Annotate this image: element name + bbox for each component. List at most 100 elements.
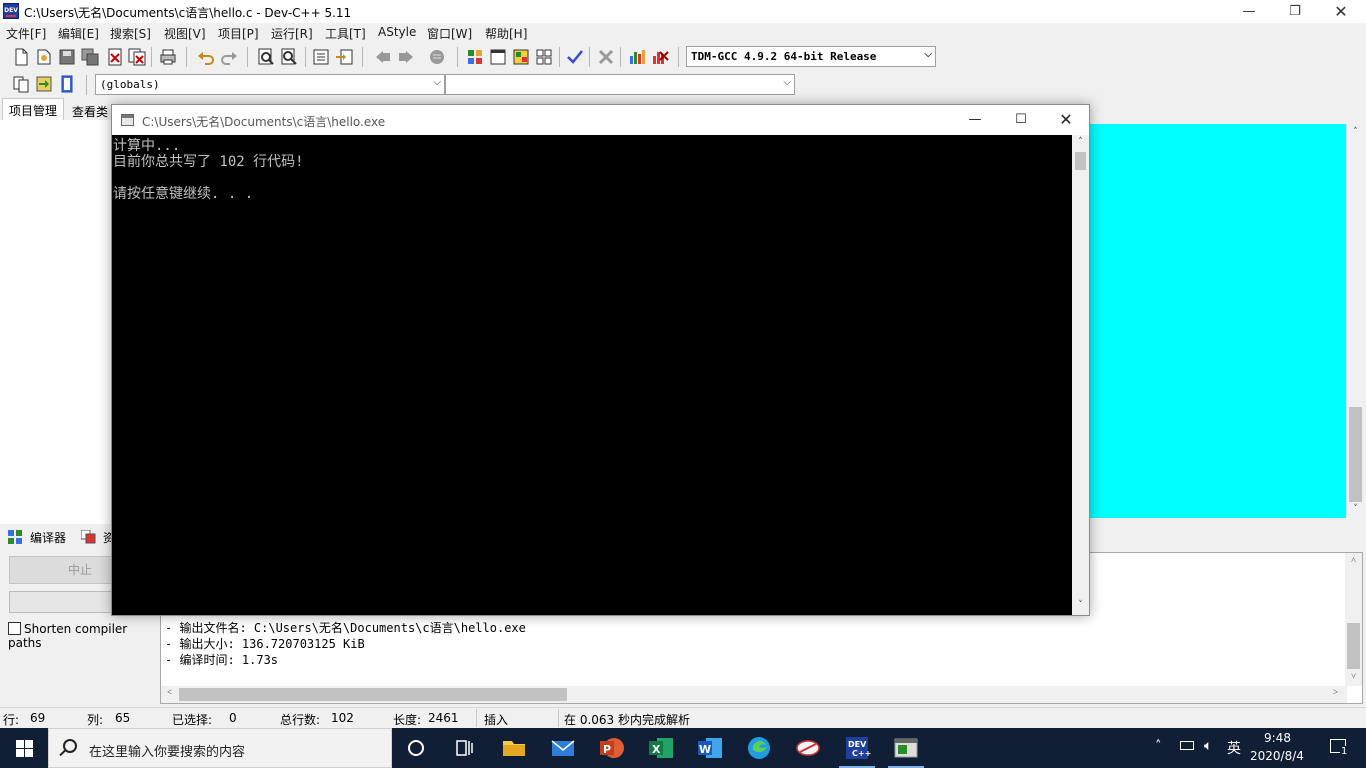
editor-vertical-scrollbar[interactable]: ˄ ˅ (1346, 124, 1363, 518)
menu-help[interactable]: 帮助[H] (485, 25, 527, 42)
windows-logo-icon (25, 740, 33, 748)
toolbar-separator (362, 47, 363, 67)
log-vertical-scrollbar[interactable]: ˄ ˅ (1345, 553, 1362, 686)
prev-icon[interactable] (374, 48, 392, 66)
scroll-up-icon[interactable]: ˄ (1072, 137, 1089, 147)
console-scrollbar[interactable]: ˄ ˅ (1072, 135, 1089, 615)
project-tree-panel[interactable] (0, 120, 112, 524)
scroll-right-icon[interactable]: ˃ (1327, 687, 1344, 698)
log-horizontal-scrollbar[interactable]: ˂ ˃ (161, 686, 1347, 703)
volume-icon[interactable]: 🔈︎ (1204, 738, 1212, 754)
close-all-icon[interactable] (128, 48, 146, 66)
compiler-select[interactable]: TDM-GCC 4.9.2 64-bit Release ⌵ (686, 46, 936, 67)
scope-select[interactable]: (globals) ⌵ (95, 74, 445, 95)
scroll-down-icon[interactable]: ˅ (1347, 504, 1364, 514)
undo-icon[interactable] (197, 48, 215, 66)
save-all-icon[interactable] (81, 48, 99, 66)
next-icon[interactable] (397, 48, 415, 66)
devcpp-taskbar-icon[interactable]: DEV C++ (839, 734, 875, 768)
taskbar-search[interactable]: 在这里输入你要搜索的内容 (48, 728, 392, 768)
menu-search[interactable]: 搜索[S] (110, 25, 151, 42)
tab-classes[interactable]: 查看类 (66, 100, 114, 122)
open-file-icon[interactable] (35, 48, 53, 66)
tab-compiler[interactable]: 编译器 (30, 529, 66, 546)
toolbar-separator (186, 47, 187, 67)
console-taskbar-icon[interactable] (888, 734, 924, 768)
scroll-thumb[interactable] (1349, 407, 1362, 502)
shorten-paths-checkbox[interactable]: Shorten compiler paths (8, 622, 160, 650)
edge-icon[interactable] (745, 734, 773, 762)
insert-icon[interactable] (12, 75, 30, 93)
task-view-icon[interactable] (450, 734, 478, 762)
cortana-icon[interactable] (402, 734, 430, 762)
console-minimize-button[interactable]: — (952, 105, 998, 135)
menu-run[interactable]: 运行[R] (271, 25, 313, 42)
close-button[interactable]: ✕ (1318, 0, 1364, 23)
scroll-down-icon[interactable]: ˅ (1345, 671, 1362, 682)
ime-indicator[interactable]: 英 (1227, 738, 1241, 758)
save-icon[interactable] (58, 48, 76, 66)
checkbox-box[interactable] (8, 622, 21, 635)
tile-icon[interactable] (535, 48, 553, 66)
check-syntax-icon[interactable] (566, 48, 584, 66)
restore-button[interactable]: ❐ (1272, 0, 1318, 23)
toolbar-separator (305, 47, 306, 67)
scroll-thumb[interactable] (1075, 152, 1086, 170)
menu-edit[interactable]: 编辑[E] (58, 25, 99, 42)
console-maximize-button[interactable]: ☐ (998, 105, 1044, 135)
scroll-down-icon[interactable]: ˅ (1072, 600, 1089, 610)
new-file-icon[interactable] (12, 48, 30, 66)
status-total-label: 总行数: (280, 713, 321, 727)
menu-astyle[interactable]: AStyle (378, 25, 416, 39)
layout-icon[interactable] (512, 48, 530, 66)
scroll-left-icon[interactable]: ˂ (161, 687, 178, 698)
replace-icon[interactable] (280, 48, 298, 66)
menu-view[interactable]: 视图[V] (164, 25, 206, 42)
redo-icon[interactable] (220, 48, 238, 66)
stop-icon[interactable] (597, 48, 615, 66)
menu-window[interactable]: 窗口[W] (427, 25, 472, 42)
scroll-thumb[interactable] (179, 688, 567, 701)
console-output[interactable]: 计算中... 目前你总共写了 102 行代码! 请按任意键继续. . . (112, 135, 1072, 615)
scroll-up-icon[interactable]: ˄ (1347, 127, 1364, 137)
powerpoint-icon[interactable]: P (598, 734, 626, 762)
menu-tools[interactable]: 工具[T] (325, 25, 366, 42)
word-icon[interactable]: W (696, 734, 724, 762)
status-row-label: 行: (3, 713, 20, 727)
goto-line-icon[interactable] (335, 48, 353, 66)
delete-profile-icon[interactable] (651, 48, 669, 66)
menu-project[interactable]: 项目[P] (218, 25, 259, 42)
start-button[interactable] (0, 728, 48, 768)
clock-date[interactable]: 2020/8/4 (1250, 749, 1304, 763)
file-explorer-icon[interactable] (500, 734, 528, 762)
indent-icon[interactable] (312, 48, 330, 66)
profile-chart-icon[interactable] (628, 48, 646, 66)
mail-icon[interactable] (549, 734, 577, 762)
tab-project[interactable]: 项目管理 (2, 98, 65, 120)
toggle-comment-icon[interactable] (35, 75, 53, 93)
scroll-thumb[interactable] (1347, 623, 1360, 669)
excel-icon[interactable]: X (647, 734, 675, 762)
search-placeholder: 在这里输入你要搜索的内容 (89, 745, 246, 760)
clock-time[interactable]: 9:48 (1264, 731, 1291, 745)
compiler-select-value: TDM-GCC 4.9.2 64-bit Release (691, 50, 877, 63)
minimize-button[interactable]: — (1226, 0, 1272, 23)
print-icon[interactable] (159, 48, 177, 66)
window-icon[interactable] (489, 48, 507, 66)
menu-file[interactable]: 文件[F] (6, 25, 46, 42)
chevron-up-icon[interactable]: ˄ (1155, 739, 1162, 754)
bookmark-panel-icon[interactable] (58, 75, 76, 93)
project-view-icon[interactable] (466, 48, 484, 66)
toolbar-separator (678, 47, 679, 67)
scroll-up-icon[interactable]: ˄ (1345, 555, 1362, 566)
toolbar-separator (86, 75, 87, 95)
battery-icon[interactable] (1180, 741, 1194, 750)
code-editor[interactable] (1088, 124, 1346, 518)
console-close-button[interactable]: ✕ (1043, 105, 1089, 135)
function-select[interactable]: ⌵ (445, 74, 795, 95)
find-icon[interactable] (257, 48, 275, 66)
bookmark-icon[interactable] (428, 48, 446, 66)
close-file-icon[interactable] (106, 48, 124, 66)
network-app-icon[interactable] (794, 734, 822, 762)
console-window[interactable]: C:\Users\无名\Documents\c语言\hello.exe — ☐ … (111, 104, 1090, 616)
